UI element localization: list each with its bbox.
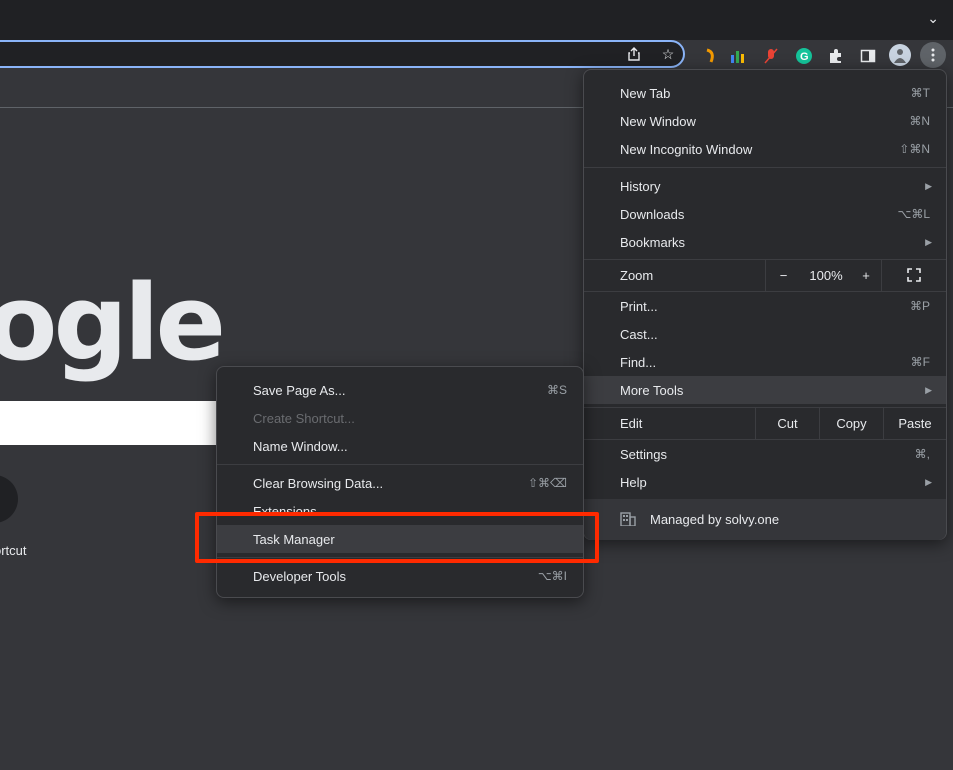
- ext-chart-icon[interactable]: [729, 46, 749, 66]
- divider: [584, 167, 946, 168]
- kebab-menu-icon[interactable]: [920, 42, 946, 68]
- menu-item-new-window[interactable]: New Window ⌘N: [584, 107, 946, 135]
- grammarly-icon[interactable]: G: [794, 46, 814, 66]
- address-bar[interactable]: ☆: [0, 40, 685, 68]
- google-logo: ogle: [0, 262, 226, 384]
- menu-item-find[interactable]: Find... ⌘F: [584, 348, 946, 376]
- menu-item-clear-browsing-data[interactable]: Clear Browsing Data... ⇧⌘⌫: [217, 469, 583, 497]
- menu-item-print[interactable]: Print... ⌘P: [584, 292, 946, 320]
- menu-item-history[interactable]: History ▶: [584, 172, 946, 200]
- add-shortcut-button[interactable]: [0, 475, 18, 523]
- submenu-arrow-icon: ▶: [925, 180, 932, 191]
- menu-item-settings[interactable]: Settings ⌘,: [584, 440, 946, 468]
- ext-mic-icon[interactable]: [761, 46, 781, 66]
- puzzle-icon[interactable]: [826, 46, 846, 66]
- ext-orange-icon[interactable]: [700, 46, 720, 66]
- svg-text:G: G: [800, 51, 809, 63]
- menu-item-new-tab[interactable]: New Tab ⌘T: [584, 79, 946, 107]
- fullscreen-icon[interactable]: [881, 259, 946, 291]
- tab-search-chevron-icon[interactable]: ⌄: [927, 10, 939, 27]
- share-icon[interactable]: [624, 44, 644, 64]
- divider: [217, 464, 583, 465]
- menu-item-cast[interactable]: Cast...: [584, 320, 946, 348]
- menu-item-help[interactable]: Help ▶: [584, 468, 946, 496]
- menu-item-developer-tools[interactable]: Developer Tools ⌥⌘I: [217, 562, 583, 590]
- paste-button[interactable]: Paste: [883, 407, 946, 439]
- menu-item-bookmarks[interactable]: Bookmarks ▶: [584, 228, 946, 256]
- menu-item-zoom: Zoom − 100% +: [584, 259, 946, 291]
- menu-item-managed[interactable]: Managed by solvy.one: [584, 499, 946, 540]
- zoom-level: 100%: [809, 267, 843, 283]
- sidepanel-icon[interactable]: [858, 46, 878, 66]
- highlight-annotation-box: [195, 512, 599, 563]
- menu-item-downloads[interactable]: Downloads ⌥⌘L: [584, 200, 946, 228]
- building-icon: [620, 512, 636, 529]
- menu-item-edit: Edit Cut Copy Paste: [584, 407, 946, 439]
- menu-item-save-page[interactable]: Save Page As... ⌘S: [217, 376, 583, 404]
- chrome-main-menu: New Tab ⌘T New Window ⌘N New Incognito W…: [583, 69, 947, 540]
- menu-item-create-shortcut: Create Shortcut...: [253, 410, 355, 426]
- shortcut-label: ortcut: [0, 543, 27, 558]
- submenu-arrow-icon: ▶: [925, 476, 932, 487]
- tab-strip: ⌄: [0, 0, 953, 40]
- submenu-arrow-icon: ▶: [925, 384, 932, 395]
- menu-item-more-tools[interactable]: More Tools ▶: [584, 376, 946, 404]
- star-icon[interactable]: ☆: [658, 44, 678, 64]
- submenu-arrow-icon: ▶: [925, 236, 932, 247]
- copy-button[interactable]: Copy: [819, 407, 883, 439]
- zoom-out-button[interactable]: −: [765, 259, 801, 291]
- menu-item-name-window[interactable]: Name Window...: [217, 432, 583, 460]
- zoom-in-button[interactable]: +: [851, 259, 881, 291]
- more-tools-submenu: Save Page As... ⌘S Create Shortcut... Na…: [216, 366, 584, 598]
- avatar[interactable]: [889, 44, 911, 66]
- menu-item-new-incognito[interactable]: New Incognito Window ⇧⌘N: [584, 135, 946, 163]
- search-input[interactable]: [0, 401, 230, 445]
- cut-button[interactable]: Cut: [755, 407, 819, 439]
